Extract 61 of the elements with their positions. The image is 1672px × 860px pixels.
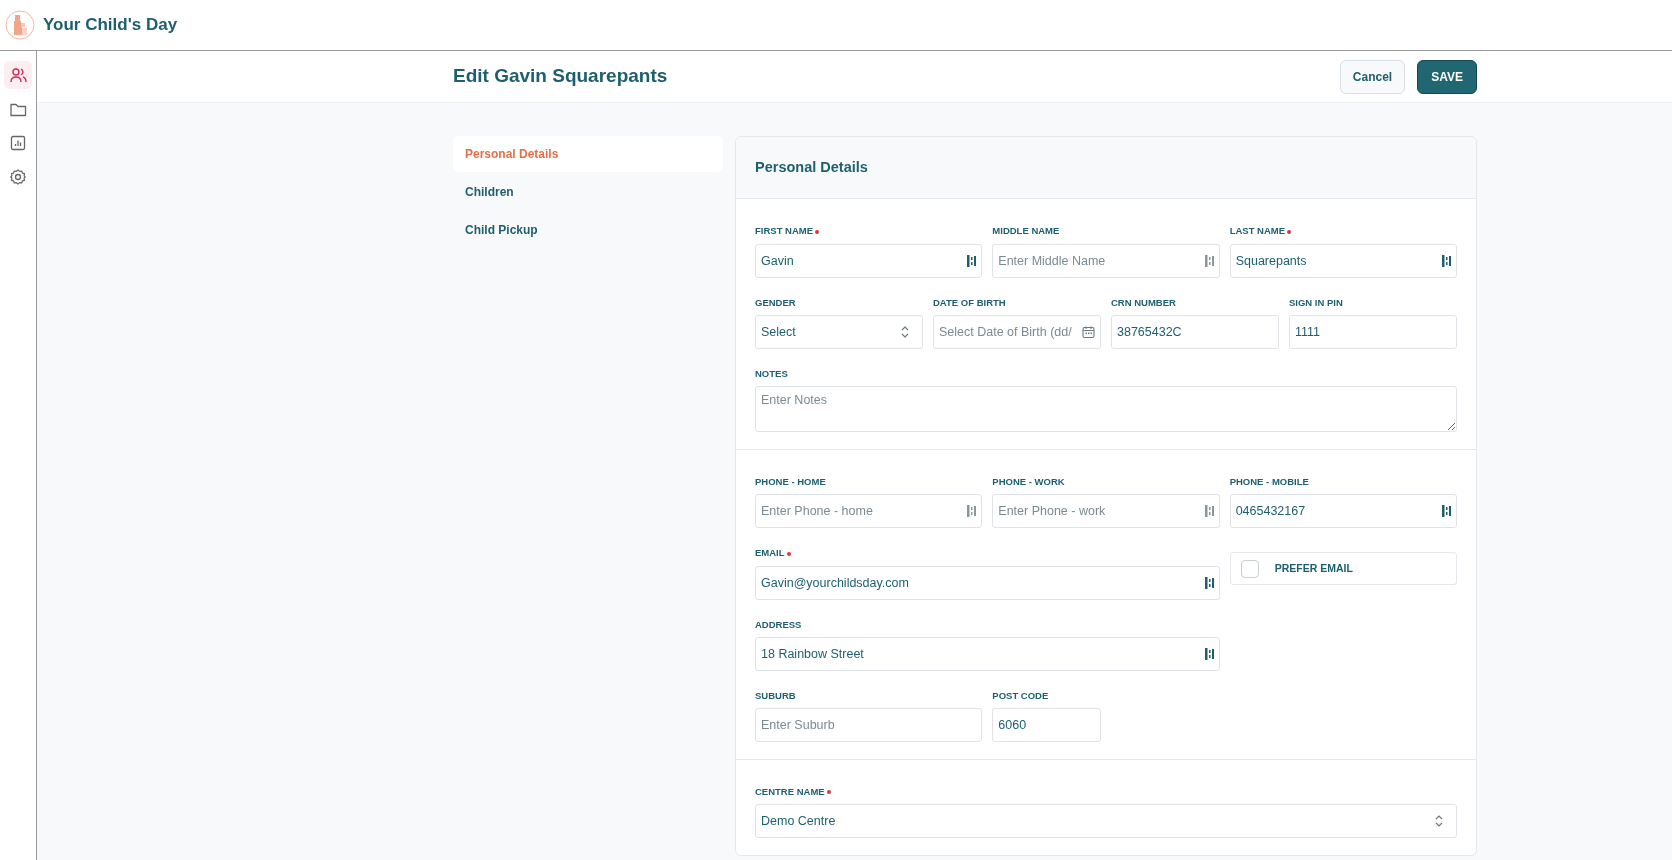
bars-icon [967, 254, 977, 267]
field-label: CENTRE NAME [755, 785, 825, 800]
updown-icon [1435, 815, 1443, 828]
select-field[interactable]: Demo Centre [755, 804, 1457, 839]
required-mark [1287, 229, 1292, 234]
field-label: POST CODE [992, 688, 1049, 703]
field-label: PHONE - WORK [992, 475, 1065, 490]
required-mark [786, 551, 791, 556]
field-label: FIRST NAME [755, 224, 814, 239]
bars-icon [1204, 576, 1214, 589]
text-field[interactable]: Enter Phone - work [992, 494, 1220, 529]
text-field[interactable]: Squarepants [1229, 243, 1457, 278]
field-label: DATE OF BIRTH [933, 295, 1006, 310]
section-tab[interactable]: Children [453, 174, 723, 210]
field-label: EMAIL [755, 546, 785, 561]
text-field[interactable]: Enter Suburb [755, 708, 983, 743]
checkbox[interactable] [1240, 559, 1259, 578]
save-button[interactable]: SAVE [1417, 59, 1477, 94]
field-label: NOTES [755, 366, 788, 381]
settings-icon [9, 168, 27, 186]
bars-icon [1204, 647, 1214, 660]
field-label: MIDDLE NAME [992, 224, 1060, 239]
section-tab[interactable]: Child Pickup [453, 212, 723, 248]
card-title: Personal Details [755, 159, 869, 177]
bars-icon [1204, 505, 1214, 518]
checkbox-label: PREFER EMAIL [1274, 560, 1353, 576]
field-label: PHONE - HOME [755, 475, 826, 490]
field-label: CRN NUMBER [1111, 295, 1176, 310]
text-field[interactable]: Gavin@yourchildsday.com [755, 565, 1220, 600]
app-title: Your Child's Day [43, 14, 178, 37]
calendar-icon [1082, 325, 1095, 339]
page-title: Edit Gavin Squarepants [453, 65, 668, 88]
text-field[interactable]: 18 Rainbow Street [755, 636, 1220, 671]
text-field[interactable]: 0465432167 [1229, 494, 1457, 529]
field-label: SIGN IN PIN [1289, 295, 1343, 310]
logo-icon [5, 10, 35, 40]
chart-icon [9, 134, 27, 152]
field-label: PHONE - MOBILE [1229, 475, 1309, 490]
field-label: SUBURB [755, 688, 796, 703]
field-label: LAST NAME [1229, 224, 1286, 239]
updown-icon [901, 325, 909, 338]
select-field[interactable]: Select [755, 314, 923, 349]
cancel-button[interactable]: Cancel [1339, 59, 1406, 94]
bars-icon [967, 505, 977, 518]
required-mark [815, 229, 820, 234]
bars-icon [1442, 254, 1451, 267]
required-mark [826, 790, 831, 795]
text-field[interactable]: 38765432C [1111, 314, 1279, 349]
bars-icon [1442, 505, 1451, 518]
text-field[interactable]: 6060 [992, 708, 1101, 743]
text-field[interactable]: Enter Middle Name [992, 243, 1220, 278]
people-icon [9, 66, 27, 84]
text-field[interactable]: Enter Phone - home [755, 494, 983, 529]
bars-icon [1204, 254, 1214, 267]
sidebar-item[interactable] [4, 61, 32, 89]
date-field[interactable]: Select Date of Birth (dd/ [933, 314, 1101, 349]
field-label: GENDER [755, 295, 796, 310]
field-label: ADDRESS [755, 617, 802, 632]
notes-field[interactable]: Enter Notes [755, 386, 1457, 433]
text-field[interactable]: 1111 [1289, 314, 1457, 349]
text-field[interactable]: Gavin [755, 243, 983, 278]
